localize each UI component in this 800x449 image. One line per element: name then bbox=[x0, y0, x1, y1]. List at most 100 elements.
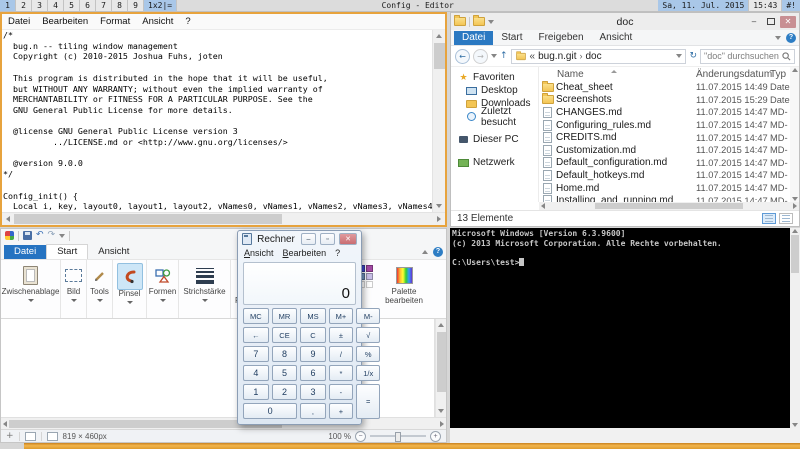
scroll-thumb[interactable] bbox=[791, 235, 799, 273]
nav-item-dieser-pc[interactable]: Dieser PC bbox=[451, 133, 538, 146]
paint-tab-ansicht[interactable]: Ansicht bbox=[88, 245, 139, 259]
clipboard-group[interactable]: Zwischenablage bbox=[1, 260, 61, 318]
qat-dropdown-icon[interactable] bbox=[488, 20, 494, 24]
maximize-icon[interactable]: ▫ bbox=[320, 233, 335, 245]
scroll-up-icon[interactable] bbox=[433, 30, 445, 42]
filelist-horizontal-scrollbar[interactable] bbox=[539, 202, 799, 210]
scroll-left-icon[interactable] bbox=[3, 421, 7, 427]
zoom-in-icon[interactable]: + bbox=[430, 431, 441, 442]
editor-horizontal-scrollbar[interactable] bbox=[2, 212, 445, 225]
new-folder-icon[interactable] bbox=[473, 17, 485, 26]
workspace-button-6[interactable]: 6 bbox=[80, 0, 96, 11]
breadcrumb[interactable]: «bug.n.git›doc bbox=[511, 49, 687, 64]
file-row[interactable]: Configuring_rules.md11.07.2015 14:47MD- bbox=[539, 119, 790, 132]
minimize-icon[interactable]: – bbox=[301, 233, 316, 245]
zoom-slider[interactable] bbox=[370, 435, 426, 437]
file-row[interactable]: Cheat_sheet11.07.2015 14:49Date bbox=[539, 81, 790, 94]
workspace-button-1[interactable]: 1 bbox=[0, 0, 16, 11]
paint-tab-datei[interactable]: Datei bbox=[4, 245, 46, 259]
calc-button-7[interactable]: 7 bbox=[243, 346, 269, 362]
explorer-tab-start[interactable]: Start bbox=[493, 31, 530, 45]
palette-color-swatch[interactable] bbox=[366, 265, 373, 272]
cmd-text[interactable]: Microsoft Windows [Version 6.3.9600] (c)… bbox=[450, 228, 790, 428]
calc-button-reciprocal[interactable]: 1/x bbox=[356, 365, 380, 381]
column-header-type[interactable]: Typ bbox=[770, 69, 790, 80]
cmd-vertical-scrollbar[interactable] bbox=[790, 228, 800, 428]
calc-button-3[interactable]: 3 bbox=[300, 384, 325, 400]
calc-button-6[interactable]: 6 bbox=[300, 365, 325, 381]
canvas-horizontal-scrollbar[interactable] bbox=[1, 417, 446, 429]
editor-menu-format[interactable]: Format bbox=[94, 16, 136, 27]
cmd-window[interactable]: Microsoft Windows [Version 6.3.9600] (c)… bbox=[450, 228, 800, 428]
workspace-button-2[interactable]: 2 bbox=[16, 0, 32, 11]
editor-text[interactable]: /* bug.n -- tiling window management Cop… bbox=[2, 30, 432, 212]
editor-menu-bearbeiten[interactable]: Bearbeiten bbox=[36, 16, 94, 27]
column-header-name[interactable]: Name bbox=[539, 69, 696, 80]
calc-button-9[interactable]: 9 bbox=[300, 346, 325, 362]
search-input[interactable]: "doc" durchsuchen bbox=[700, 49, 795, 64]
file-row[interactable]: Screenshots11.07.2015 15:29Date bbox=[539, 94, 790, 107]
workspace-button-5[interactable]: 5 bbox=[64, 0, 80, 11]
file-row[interactable]: Default_configuration.md11.07.2015 14:47… bbox=[539, 157, 790, 170]
scroll-thumb[interactable] bbox=[437, 332, 446, 392]
palette-color-swatch[interactable] bbox=[366, 281, 373, 288]
scroll-right-icon[interactable] bbox=[440, 421, 444, 427]
paint-tab-start[interactable]: Start bbox=[46, 244, 88, 259]
file-row[interactable]: Installing_and_running.md11.07.2015 14:4… bbox=[539, 194, 790, 202]
editor-vertical-scrollbar[interactable] bbox=[432, 30, 445, 212]
editor-menu-ansicht[interactable]: Ansicht bbox=[136, 16, 179, 27]
scroll-right-icon[interactable] bbox=[433, 213, 445, 225]
workspace-button-8[interactable]: 8 bbox=[112, 0, 128, 11]
calc-button-add[interactable]: + bbox=[329, 403, 354, 419]
close-icon[interactable]: ✕ bbox=[339, 233, 357, 245]
address-dropdown-icon[interactable] bbox=[676, 54, 682, 58]
calc-button-1[interactable]: 1 bbox=[243, 384, 269, 400]
qat-dropdown-icon[interactable] bbox=[59, 234, 65, 238]
calc-button-mr[interactable]: MR bbox=[272, 308, 298, 324]
file-row[interactable]: Home.md11.07.2015 14:47MD- bbox=[539, 182, 790, 195]
workspace-button-7[interactable]: 7 bbox=[96, 0, 112, 11]
close-icon[interactable]: ✕ bbox=[780, 16, 796, 28]
nav-item-favoriten[interactable]: ★Favoriten bbox=[451, 71, 538, 84]
layout-indicator[interactable]: 1x2|= bbox=[144, 0, 177, 11]
column-header-date[interactable]: Änderungsdatum bbox=[696, 69, 770, 80]
scroll-down-icon[interactable] bbox=[433, 200, 445, 212]
calc-button-subtract[interactable]: - bbox=[329, 384, 354, 400]
calc-button-8[interactable]: 8 bbox=[272, 346, 298, 362]
scroll-thumb[interactable] bbox=[434, 43, 445, 69]
calc-menu-help[interactable]: ? bbox=[335, 248, 340, 258]
nav-item-netzwerk[interactable]: Netzwerk bbox=[451, 156, 538, 169]
scroll-thumb[interactable] bbox=[595, 203, 743, 209]
statusbar-time[interactable]: 15:43 bbox=[749, 0, 782, 11]
tools-group[interactable]: Tools bbox=[87, 260, 113, 318]
calc-button-ms[interactable]: MS bbox=[300, 308, 325, 324]
calc-button-0[interactable]: 0 bbox=[243, 403, 297, 419]
calc-button-2[interactable]: 2 bbox=[272, 384, 298, 400]
shapes-group[interactable]: Formen bbox=[147, 260, 179, 318]
nav-item-zuletzt-besucht[interactable]: Zuletzt besucht bbox=[451, 110, 538, 123]
calc-button-percent[interactable]: % bbox=[356, 346, 380, 362]
scroll-right-icon[interactable] bbox=[793, 203, 797, 209]
explorer-tab-ansicht[interactable]: Ansicht bbox=[592, 31, 641, 45]
history-dropdown-icon[interactable] bbox=[491, 54, 497, 58]
editor-menu-datei[interactable]: Datei bbox=[2, 16, 36, 27]
zoom-out-icon[interactable]: − bbox=[355, 431, 366, 442]
calc-button-m[interactable]: M- bbox=[356, 308, 380, 324]
statusbar-tray[interactable]: #! bbox=[782, 0, 800, 11]
details-view-icon[interactable] bbox=[762, 213, 776, 224]
scroll-down-icon[interactable] bbox=[792, 423, 798, 427]
calc-button-mc[interactable]: MC bbox=[243, 308, 269, 324]
zoom-slider-handle[interactable] bbox=[395, 432, 401, 442]
minimize-icon[interactable]: – bbox=[746, 16, 762, 28]
file-row[interactable]: CHANGES.md11.07.2015 14:47MD- bbox=[539, 106, 790, 119]
explorer-tab-freigeben[interactable]: Freigeben bbox=[530, 31, 591, 45]
image-group[interactable]: Bild bbox=[61, 260, 87, 318]
calc-button-clear[interactable]: C bbox=[300, 327, 325, 343]
filelist-vertical-scrollbar[interactable] bbox=[790, 67, 799, 202]
scroll-thumb[interactable] bbox=[14, 214, 282, 224]
brush-group[interactable]: Pinsel bbox=[113, 260, 147, 318]
calc-button-negate[interactable]: ± bbox=[329, 327, 354, 343]
calc-menu-ansicht[interactable]: Ansicht bbox=[244, 248, 274, 258]
statusbar-date[interactable]: Sa, 11. Jul. 2015 bbox=[658, 0, 749, 11]
calculator-titlebar[interactable]: Rechner – ▫ ✕ bbox=[238, 231, 361, 247]
